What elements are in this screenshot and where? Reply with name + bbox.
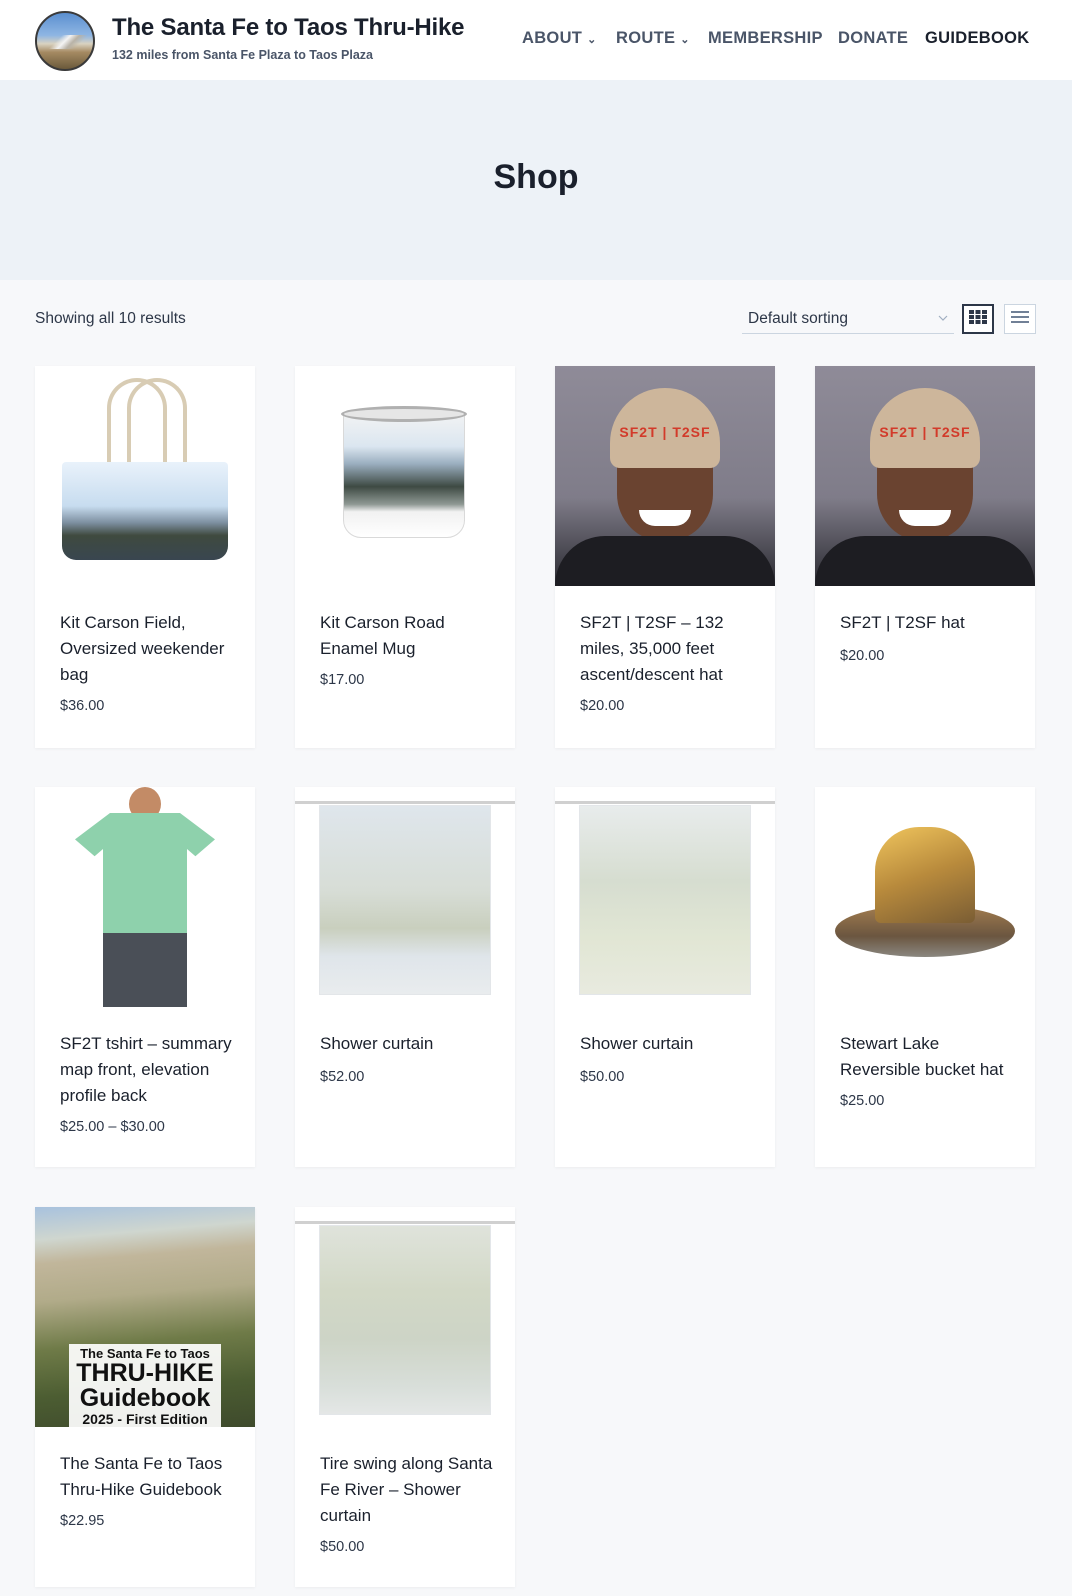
product-image-weekender-bag[interactable] (35, 366, 255, 586)
product-card[interactable]: The Santa Fe to Taos THRU-HIKE Guidebook… (35, 1207, 255, 1587)
product-image-bucket-hat[interactable] (815, 787, 1035, 1007)
nav-membership[interactable]: MEMBERSHIP (708, 29, 823, 48)
product-title[interactable]: Kit Carson Road Enamel Mug (320, 610, 500, 662)
chevron-down-icon: ⌄ (680, 34, 690, 46)
product-price: $50.00 (580, 1069, 625, 1085)
product-card[interactable]: Stewart Lake Reversible bucket hat $25.0… (815, 787, 1035, 1167)
site-title[interactable]: The Santa Fe to Taos Thru-Hike (112, 14, 464, 42)
product-price: $22.95 (60, 1513, 105, 1529)
product-price: $20.00 (840, 648, 885, 664)
product-title[interactable]: Shower curtain (320, 1031, 500, 1057)
product-price: $25.00 (840, 1093, 885, 1109)
product-image-guidebook-cover[interactable]: The Santa Fe to Taos THRU-HIKE Guidebook… (35, 1207, 255, 1427)
site-logo[interactable] (35, 11, 95, 71)
chevron-down-icon: ⌄ (587, 34, 597, 46)
page-title: Shop (493, 158, 579, 196)
nav-about-label: ABOUT (522, 29, 583, 47)
product-image-cap-photo[interactable]: SF2T | T2SF (555, 366, 775, 586)
product-price: $17.00 (320, 672, 365, 688)
product-card[interactable]: Kit Carson Field, Oversized weekender ba… (35, 366, 255, 748)
guide-cover-line: THRU-HIKE (76, 1359, 214, 1387)
product-card[interactable]: Shower curtain $50.00 (555, 787, 775, 1167)
product-title[interactable]: SF2T | T2SF – 132 miles, 35,000 feet asc… (580, 610, 760, 688)
guide-cover-line: Guidebook (79, 1384, 211, 1412)
sort-selected-value: Default sorting (748, 309, 848, 327)
product-title[interactable]: Kit Carson Field, Oversized weekender ba… (60, 610, 240, 688)
product-image-shower-curtain[interactable] (295, 787, 515, 1007)
site-tagline: 132 miles from Santa Fe Plaza to Taos Pl… (112, 48, 373, 62)
product-title[interactable]: Shower curtain (580, 1031, 760, 1057)
product-card[interactable]: SF2T tshirt – summary map front, elevati… (35, 787, 255, 1167)
site-header: The Santa Fe to Taos Thru-Hike 132 miles… (0, 0, 1072, 80)
nav-guidebook[interactable]: GUIDEBOOK (925, 29, 1029, 48)
product-image-shower-curtain[interactable] (555, 787, 775, 1007)
product-card[interactable]: Tire swing along Santa Fe River – Shower… (295, 1207, 515, 1587)
product-title[interactable]: SF2T tshirt – summary map front, elevati… (60, 1031, 240, 1109)
list-icon (1011, 310, 1029, 328)
product-image-shower-curtain[interactable] (295, 1207, 515, 1427)
nav-route[interactable]: ROUTE ⌄ (616, 29, 690, 48)
cap-logo-text: SF2T | T2SF (879, 424, 971, 440)
result-count: Showing all 10 results (35, 310, 186, 327)
product-title[interactable]: The Santa Fe to Taos Thru-Hike Guidebook (60, 1451, 240, 1503)
page-hero: Shop (0, 80, 1072, 280)
nav-about[interactable]: ABOUT ⌄ (522, 29, 597, 48)
product-card[interactable]: SF2T | T2SF SF2T | T2SF – 132 miles, 35,… (555, 366, 775, 748)
guide-cover-line: 2025 - First Edition (82, 1411, 208, 1427)
grid-icon (969, 309, 987, 329)
chevron-down-icon (938, 313, 948, 324)
product-price: $20.00 (580, 698, 625, 714)
nav-route-label: ROUTE (616, 29, 676, 47)
product-card[interactable]: SF2T | T2SF SF2T | T2SF hat $20.00 (815, 366, 1035, 748)
product-image-cap-photo[interactable]: SF2T | T2SF (815, 366, 1035, 586)
product-price: $50.00 (320, 1539, 365, 1555)
product-price: $52.00 (320, 1069, 365, 1085)
product-title[interactable]: SF2T | T2SF hat (840, 610, 1020, 636)
product-card[interactable]: Kit Carson Road Enamel Mug $17.00 (295, 366, 515, 748)
product-price: $36.00 (60, 698, 105, 714)
product-image-enamel-mug[interactable] (295, 366, 515, 586)
product-title[interactable]: Stewart Lake Reversible bucket hat (840, 1031, 1020, 1083)
product-image-tshirt[interactable] (35, 787, 255, 1007)
product-title[interactable]: Tire swing along Santa Fe River – Shower… (320, 1451, 500, 1529)
sort-select[interactable]: Default sorting (742, 304, 954, 334)
nav-donate[interactable]: DONATE (838, 29, 908, 48)
grid-view-button[interactable] (962, 304, 994, 334)
product-card[interactable]: Shower curtain $52.00 (295, 787, 515, 1167)
cap-logo-text: SF2T | T2SF (619, 424, 711, 440)
list-view-button[interactable] (1004, 304, 1036, 334)
product-price: $25.00 – $30.00 (60, 1119, 165, 1135)
guidebook-cover-label: The Santa Fe to Taos THRU-HIKE Guidebook… (69, 1344, 221, 1427)
